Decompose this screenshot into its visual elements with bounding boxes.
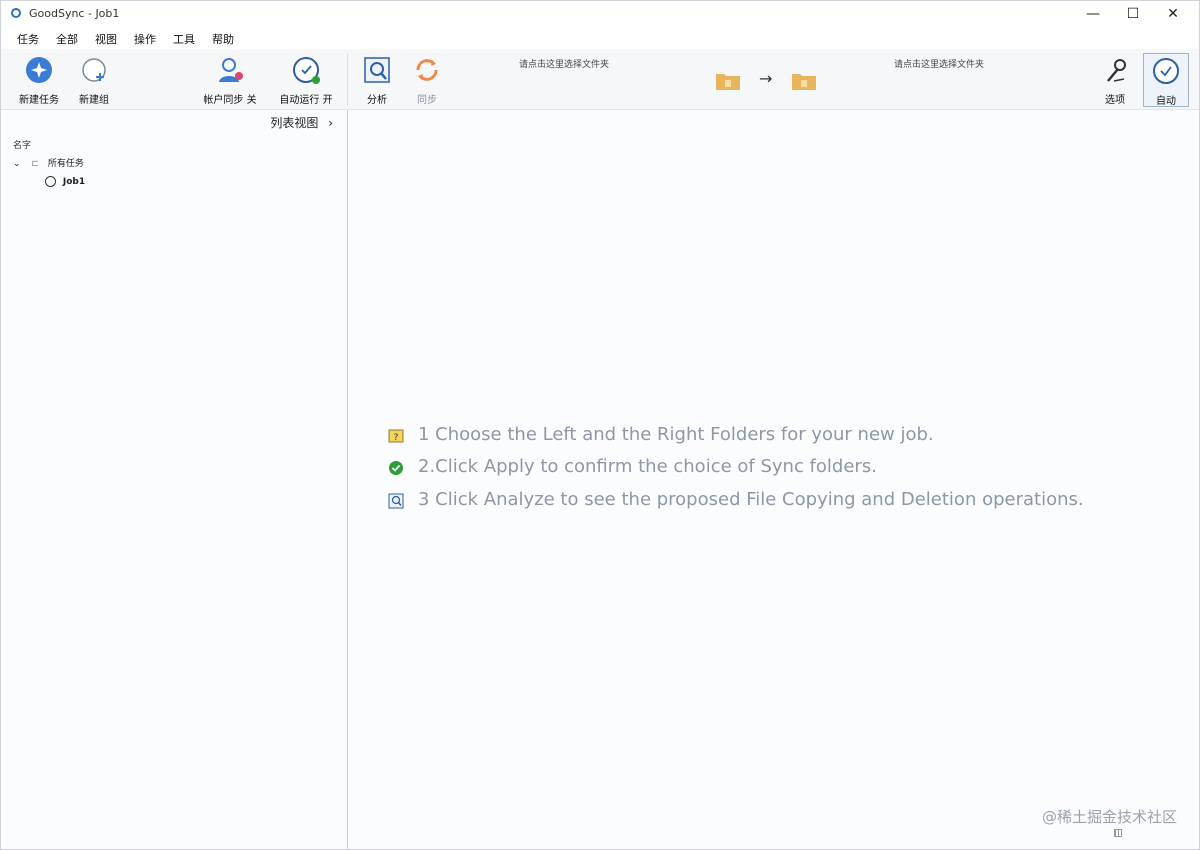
folder-question-icon: ? (388, 429, 404, 443)
column-header-name[interactable]: 名字 (13, 138, 31, 151)
wrench-icon (1107, 59, 1126, 82)
menu-help[interactable]: 帮助 (212, 31, 234, 47)
menu-task[interactable]: 任务 (17, 31, 39, 47)
chevron-right-icon: › (328, 116, 333, 130)
goodsync-logo-icon (11, 8, 21, 18)
hint-step-2: 2.Click Apply to confirm the choice of S… (418, 456, 877, 477)
analyze-small-icon (388, 493, 404, 509)
new-job-label: 新建任务 (19, 95, 59, 106)
sync-icon (416, 59, 438, 81)
svg-text:?: ? (394, 433, 399, 443)
hint-step-1: 1 Choose the Left and the Right Folders … (418, 424, 934, 445)
expand-chevron-icon[interactable]: ⌄ (13, 159, 21, 169)
maximize-button[interactable]: ☐ (1113, 1, 1153, 29)
sync-button[interactable]: 同步 (409, 53, 445, 107)
job-name: Job1 (62, 177, 86, 187)
sync-direction-arrow[interactable]: → (759, 69, 772, 88)
list-view-label: 列表视图 (270, 116, 319, 130)
add-group-icon (82, 58, 106, 82)
auto-clock-icon (1153, 58, 1179, 84)
list-view-toggle[interactable]: 列表视图 › (270, 114, 333, 131)
resize-grip-icon[interactable] (1114, 829, 1122, 837)
auto-run-label: 自动运行 开 (279, 95, 333, 106)
auto-button[interactable]: 自动 (1143, 53, 1189, 107)
analyze-label: 分析 (367, 95, 387, 106)
options-button[interactable]: 选项 (1095, 53, 1135, 107)
group-name: 所有任务 (47, 159, 84, 169)
menu-bar: 任务 全部 视图 操作 工具 帮助 (1, 29, 1199, 49)
app-window: GoodSync - Job1 — ☐ ✕ 任务 全部 视图 操作 工具 帮助 … (0, 0, 1200, 850)
auto-label: 自动 (1156, 96, 1176, 107)
hint-step-3: 3 Click Analyze to see the proposed File… (418, 489, 1084, 510)
sync-label: 同步 (417, 95, 437, 106)
right-folder-icon[interactable] (791, 71, 817, 91)
tree-item-job[interactable]: Job1 (45, 176, 85, 187)
left-folder-icon[interactable] (715, 71, 741, 91)
left-folder-path[interactable]: 请点击这里选择文件夹 (519, 57, 609, 70)
account-sync-label: 帐户同步 关 (203, 95, 257, 106)
check-circle-icon (389, 461, 403, 475)
job-detail-pane: ? 1 Choose the Left and the Right Folder… (348, 110, 1199, 849)
auto-run-clock-icon (293, 57, 320, 84)
menu-action[interactable]: 操作 (134, 31, 156, 47)
add-job-icon (26, 57, 52, 83)
analyze-icon (364, 57, 390, 83)
close-button[interactable]: ✕ (1153, 1, 1193, 29)
options-label: 选项 (1105, 95, 1125, 106)
tree-group-all-jobs[interactable]: ⌄ ⊏ 所有任务 (13, 156, 84, 169)
title-bar: GoodSync - Job1 — ☐ ✕ (1, 1, 1199, 29)
account-sync-button[interactable]: 帐户同步 关 (197, 53, 263, 107)
window-title: GoodSync - Job1 (29, 7, 120, 20)
job-status-icon (45, 176, 56, 187)
new-group-button[interactable]: 新建组 (71, 53, 117, 107)
watermark: @稀土掘金技术社区 (1041, 808, 1177, 826)
minimize-button[interactable]: — (1073, 1, 1113, 29)
job-list-pane: 列表视图 › 名字 ⌄ ⊏ 所有任务 Job1 (1, 110, 347, 849)
group-icon: ⊏ (31, 159, 39, 169)
right-folder-path[interactable]: 请点击这里选择文件夹 (894, 57, 984, 70)
new-job-button[interactable]: 新建任务 (9, 53, 69, 107)
toolbar-divider (347, 53, 348, 105)
toolbar: 新建任务 新建组 帐户同步 关 自动运行 开 分析 同步 请点击这里选择文件夹 … (1, 49, 1199, 110)
analyze-button[interactable]: 分析 (359, 53, 395, 107)
menu-tools[interactable]: 工具 (173, 31, 195, 47)
auto-run-button[interactable]: 自动运行 开 (271, 53, 341, 107)
account-user-icon (219, 58, 243, 82)
new-group-label: 新建组 (79, 95, 109, 106)
menu-all[interactable]: 全部 (56, 31, 78, 47)
menu-view[interactable]: 视图 (95, 31, 117, 47)
